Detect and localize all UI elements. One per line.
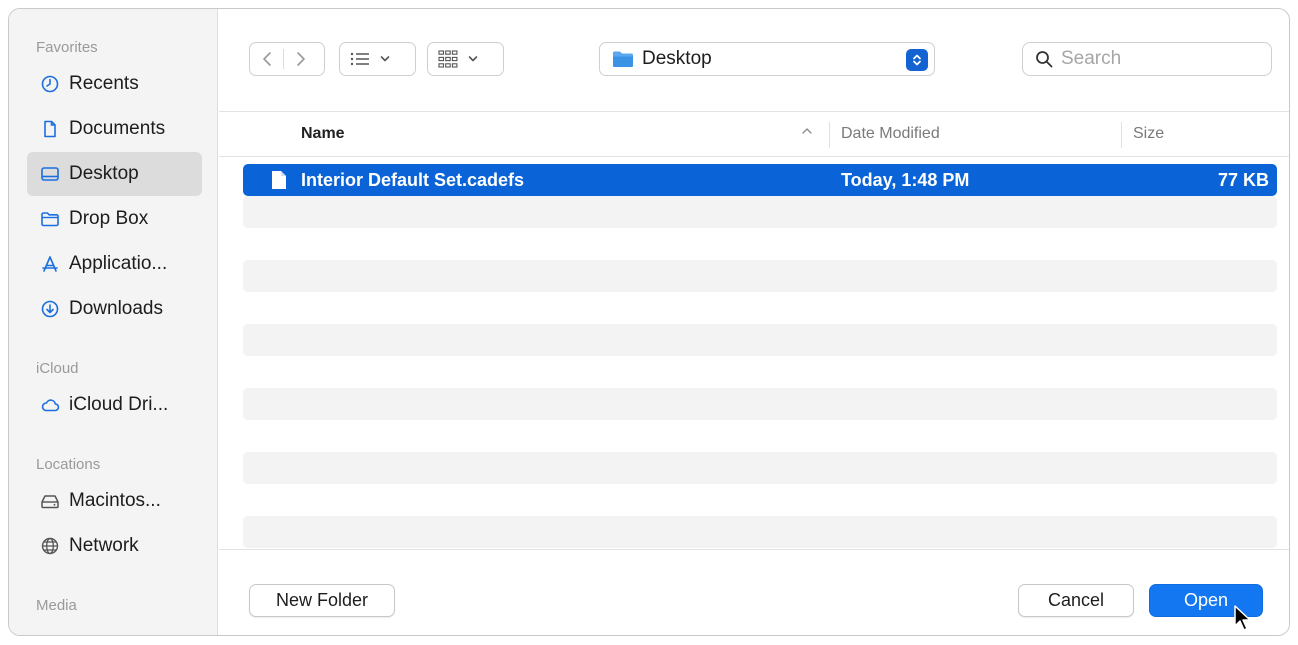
sidebar-item-recents[interactable]: Recents bbox=[27, 62, 202, 106]
download-icon bbox=[39, 298, 61, 320]
sidebar-item-network[interactable]: Network bbox=[27, 524, 202, 568]
file-row[interactable]: Interior Default Set.cadefs Today, 1:48 … bbox=[243, 164, 1277, 196]
sidebar-item-label: iCloud Dri... bbox=[69, 394, 169, 415]
dialog-footer: New Folder Cancel Open bbox=[219, 549, 1289, 635]
sidebar-item-label: Recents bbox=[69, 73, 139, 94]
group-view-button[interactable] bbox=[427, 42, 504, 76]
back-button[interactable] bbox=[250, 43, 283, 75]
column-divider[interactable] bbox=[1121, 122, 1122, 148]
forward-button[interactable] bbox=[284, 43, 317, 75]
location-popup[interactable]: Desktop bbox=[599, 42, 935, 76]
sidebar-item-desktop[interactable]: Desktop bbox=[27, 152, 202, 196]
sidebar-item-label: Desktop bbox=[69, 163, 139, 184]
sidebar: Favorites Recents Documents Desktop Drop… bbox=[9, 9, 218, 635]
empty-row bbox=[243, 260, 1277, 292]
cancel-button[interactable]: Cancel bbox=[1018, 584, 1134, 617]
main-pane: Desktop Name Date Modified Size Interior… bbox=[219, 9, 1289, 635]
column-header-date-modified[interactable]: Date Modified bbox=[841, 112, 940, 156]
sidebar-item-label: Drop Box bbox=[69, 208, 149, 229]
document-icon bbox=[39, 118, 61, 140]
new-folder-button[interactable]: New Folder bbox=[249, 584, 395, 617]
group-view-control bbox=[428, 50, 488, 68]
applications-icon bbox=[39, 253, 61, 275]
sidebar-section-icloud: iCloud bbox=[36, 360, 79, 377]
hard-drive-icon bbox=[39, 490, 61, 512]
open-file-dialog: Favorites Recents Documents Desktop Drop… bbox=[8, 8, 1290, 636]
sidebar-section-locations: Locations bbox=[36, 456, 101, 473]
empty-row bbox=[243, 516, 1277, 548]
empty-row bbox=[243, 196, 1277, 228]
cloud-icon bbox=[39, 394, 61, 416]
mouse-pointer-icon bbox=[1234, 605, 1251, 631]
sidebar-item-label: Macintos... bbox=[69, 490, 161, 511]
sidebar-item-macintosh-hd[interactable]: Macintos... bbox=[27, 479, 202, 523]
location-label: Desktop bbox=[642, 48, 712, 69]
column-header-name[interactable]: Name bbox=[301, 112, 345, 156]
sidebar-section-favorites: Favorites bbox=[36, 39, 98, 56]
chevron-down-icon bbox=[380, 56, 390, 62]
search-input[interactable] bbox=[1061, 48, 1251, 70]
search-icon bbox=[1036, 51, 1053, 68]
desktop-icon bbox=[39, 163, 61, 185]
folder-icon bbox=[613, 51, 633, 67]
sidebar-item-documents[interactable]: Documents bbox=[27, 107, 202, 151]
sidebar-item-label: Documents bbox=[69, 118, 166, 139]
sidebar-item-label: Downloads bbox=[69, 298, 163, 319]
column-divider[interactable] bbox=[829, 122, 830, 148]
navigation-buttons bbox=[249, 42, 325, 76]
empty-row bbox=[243, 452, 1277, 484]
chevron-down-icon bbox=[468, 56, 478, 62]
list-view-button[interactable] bbox=[339, 42, 416, 76]
sidebar-section-media: Media bbox=[36, 597, 77, 614]
sidebar-item-icloud-drive[interactable]: iCloud Dri... bbox=[27, 383, 202, 427]
list-view-control bbox=[340, 51, 400, 67]
chevron-right-icon bbox=[296, 52, 305, 66]
globe-icon bbox=[39, 535, 61, 557]
empty-row bbox=[243, 324, 1277, 356]
chevron-left-icon bbox=[262, 52, 271, 66]
file-date-modified: Today, 1:48 PM bbox=[841, 169, 970, 190]
sidebar-item-label: Applicatio... bbox=[69, 253, 168, 274]
clock-icon bbox=[39, 73, 61, 95]
file-size: 77 KB bbox=[1217, 169, 1269, 190]
empty-row bbox=[243, 388, 1277, 420]
column-header-size[interactable]: Size bbox=[1133, 112, 1164, 156]
document-icon bbox=[272, 171, 286, 189]
sidebar-item-drop-box[interactable]: Drop Box bbox=[27, 197, 202, 241]
list-icon bbox=[350, 52, 369, 66]
sidebar-item-applications[interactable]: Applicatio... bbox=[27, 242, 202, 286]
file-name: Interior Default Set.cadefs bbox=[301, 169, 525, 190]
up-down-chevron-icon bbox=[906, 49, 928, 71]
sidebar-item-label: Network bbox=[69, 535, 139, 556]
search-field[interactable] bbox=[1022, 42, 1272, 76]
folder-icon bbox=[39, 208, 61, 230]
table-header: Name Date Modified Size bbox=[219, 111, 1289, 157]
sort-ascending-icon bbox=[802, 128, 812, 134]
toolbar: Desktop bbox=[219, 9, 1289, 111]
sidebar-item-downloads[interactable]: Downloads bbox=[27, 287, 202, 331]
grid-icon bbox=[438, 50, 458, 68]
